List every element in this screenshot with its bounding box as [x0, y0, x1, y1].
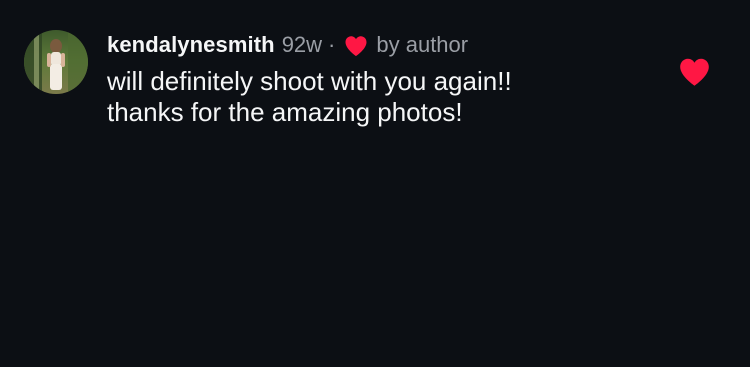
avatar-image — [24, 30, 88, 94]
avatar[interactable] — [24, 30, 88, 94]
username[interactable]: kendalynesmith — [107, 32, 275, 58]
like-button[interactable] — [678, 57, 711, 87]
comment-text: will definitely shoot with you again!! t… — [107, 66, 627, 128]
separator: · — [328, 32, 336, 57]
comment-line: thanks for the amazing photos! — [107, 97, 463, 127]
liked-by-author-label: by author — [376, 32, 469, 57]
comment-header: kendalynesmith 92w · by author — [107, 30, 468, 60]
heart-icon — [345, 36, 367, 56]
timestamp: 92w — [281, 32, 323, 57]
heart-icon — [680, 58, 709, 86]
comment-item: kendalynesmith 92w · by author will defi… — [0, 0, 750, 140]
comment-line: will definitely shoot with you again!! — [107, 66, 512, 96]
